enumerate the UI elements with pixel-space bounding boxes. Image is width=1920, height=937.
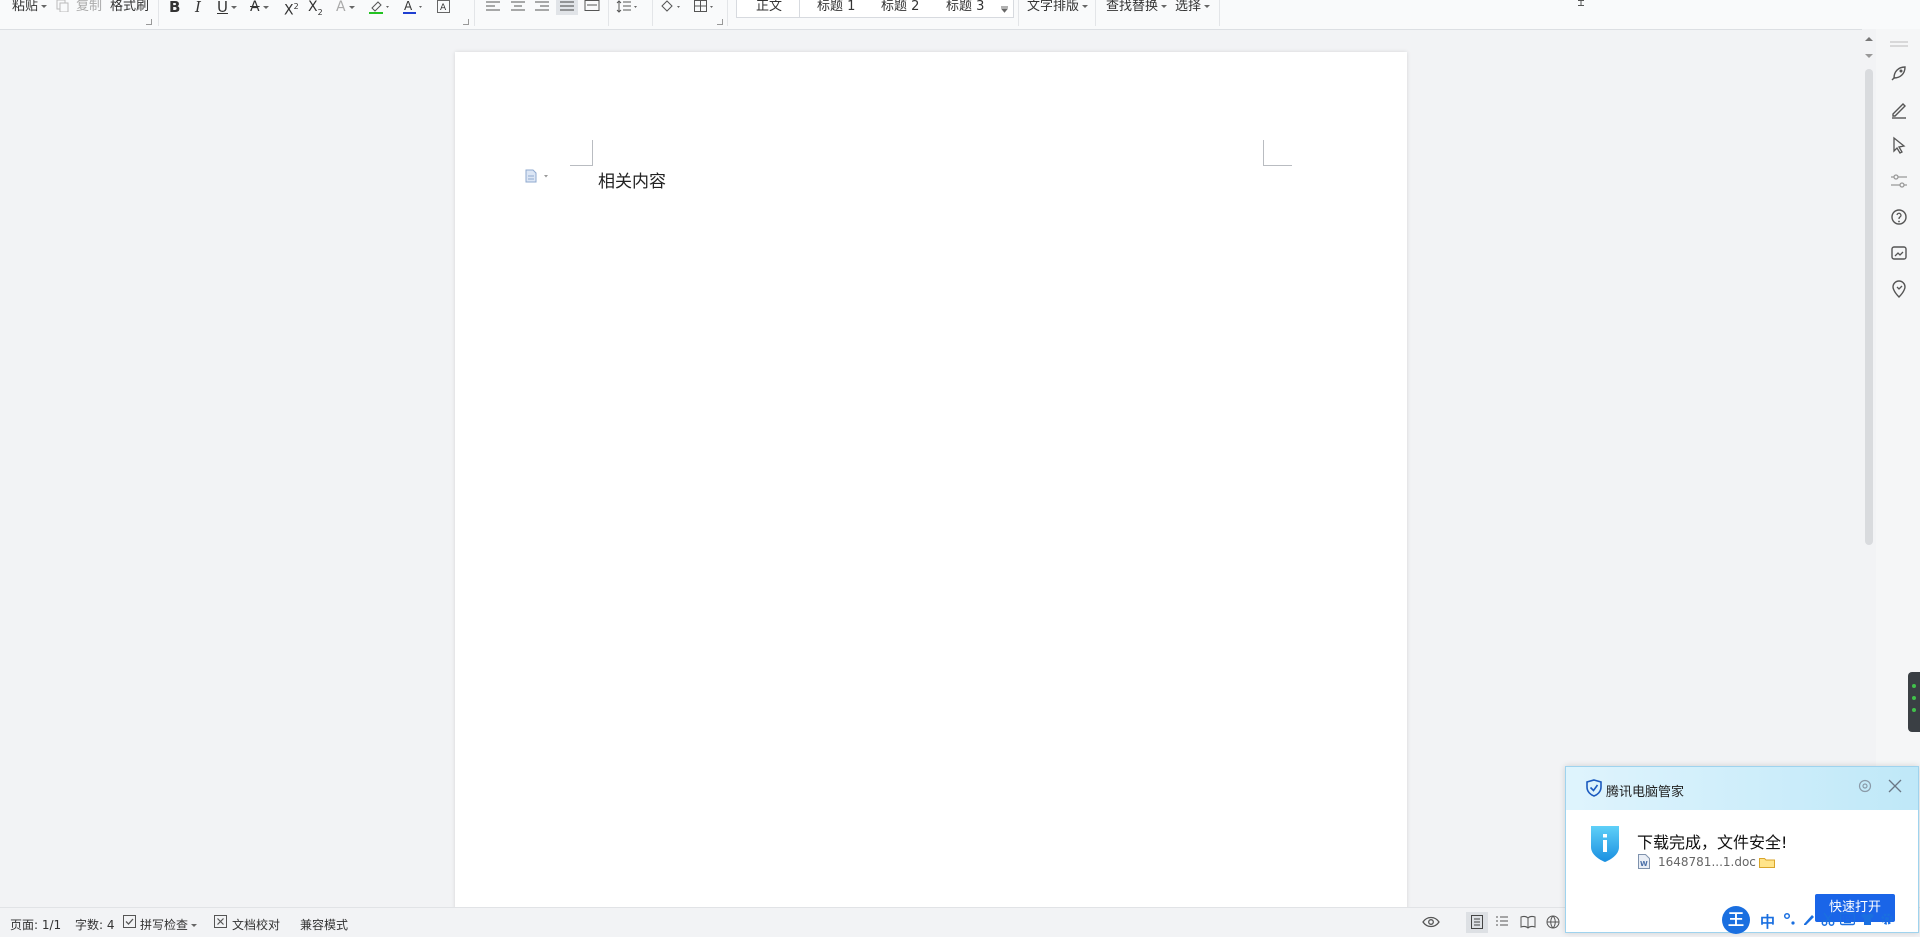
- info-shield-icon: [1591, 826, 1619, 862]
- underline-icon[interactable]: U: [217, 0, 237, 15]
- style-gallery: 正文 标题 1 标题 2 标题 3: [736, 0, 1014, 18]
- open-folder-icon[interactable]: [1759, 856, 1775, 868]
- help-icon[interactable]: [1889, 207, 1909, 227]
- italic-icon[interactable]: I: [195, 0, 201, 15]
- find-replace-button[interactable]: 查找替换: [1106, 0, 1167, 14]
- copy-button[interactable]: 复制: [76, 0, 102, 14]
- outline-view-icon[interactable]: [1495, 915, 1509, 929]
- paragraph-group-launcher[interactable]: [717, 19, 723, 25]
- style-heading-1[interactable]: 标题 1: [817, 0, 855, 14]
- edit-pen-icon[interactable]: [1889, 99, 1909, 119]
- ime-toolbar: 王 中: [1722, 904, 1920, 936]
- highlight-icon[interactable]: [368, 0, 390, 14]
- bold-icon[interactable]: B: [169, 0, 180, 15]
- font-group-launcher[interactable]: [463, 19, 469, 25]
- page-indicator[interactable]: 页面: 1/1: [10, 916, 61, 933]
- notification-message: 下载完成，文件安全!: [1637, 833, 1788, 852]
- align-center-icon[interactable]: [510, 0, 526, 12]
- location-pin-icon[interactable]: [1889, 279, 1909, 299]
- style-more-icon[interactable]: [1000, 3, 1009, 13]
- spell-check-button[interactable]: 拼写检查: [140, 916, 197, 933]
- reading-view-icon[interactable]: [1520, 915, 1536, 929]
- ime-mode-toggle[interactable]: 中: [1760, 911, 1775, 932]
- image-tool-icon[interactable]: [1889, 243, 1909, 263]
- eye-protection-icon[interactable]: [1422, 915, 1440, 929]
- file-name[interactable]: 1648781...1.doc: [1658, 855, 1756, 869]
- side-collapse-tab[interactable]: [1908, 672, 1920, 732]
- style-heading-2[interactable]: 标题 2: [881, 0, 919, 14]
- superscript-icon[interactable]: X2: [284, 0, 299, 18]
- paste-button[interactable]: 粘贴: [12, 0, 47, 14]
- adjust-sliders-icon[interactable]: [1889, 171, 1909, 191]
- strikethrough-icon[interactable]: A: [250, 0, 269, 14]
- punctuation-icon[interactable]: [1783, 912, 1797, 926]
- scroll-split-icon: [1865, 54, 1873, 58]
- web-view-icon[interactable]: [1546, 915, 1560, 929]
- document-text[interactable]: 相关内容: [598, 167, 666, 192]
- subscript-icon[interactable]: X2: [308, 0, 323, 17]
- ime-settings-icon[interactable]: [1880, 912, 1894, 926]
- svg-text:A: A: [440, 3, 447, 13]
- skin-shirt-icon[interactable]: [1860, 912, 1875, 926]
- justify-icon[interactable]: [559, 0, 575, 12]
- word-count[interactable]: 字数: 4: [75, 916, 115, 933]
- align-left-icon[interactable]: [485, 0, 501, 12]
- clipboard-group-launcher[interactable]: [146, 19, 152, 25]
- distributed-icon[interactable]: [584, 0, 600, 12]
- ribbon-toolbar: 粘贴 复制 格式刷 B I U A X2 X2 A A A 正文 标题 1 标题…: [0, 0, 1920, 30]
- notification-title: 腾讯电脑管家: [1606, 785, 1685, 800]
- keyboard-icon[interactable]: [1840, 912, 1855, 926]
- doc-file-icon: W: [1638, 854, 1650, 869]
- svg-text:A: A: [404, 0, 413, 13]
- char-border-icon[interactable]: A: [437, 0, 451, 14]
- margin-mark-top-left: [570, 140, 593, 166]
- scrollbar-thumb[interactable]: [1865, 69, 1873, 545]
- style-heading-3[interactable]: 标题 3: [946, 0, 984, 14]
- spell-check-icon: [123, 915, 136, 928]
- margin-mark-top-right: [1263, 140, 1292, 166]
- format-painter-button[interactable]: 格式刷: [110, 0, 149, 14]
- doc-proof-icon: [214, 915, 227, 928]
- document-page[interactable]: 相关内容: [455, 52, 1407, 914]
- copy-icon: [56, 0, 69, 12]
- shading-icon[interactable]: [660, 0, 682, 14]
- paragraph-handle-icon[interactable]: [523, 168, 553, 184]
- border-icon[interactable]: [694, 0, 716, 14]
- notification-header: 腾讯电脑管家: [1566, 767, 1918, 810]
- style-normal[interactable]: 正文: [756, 0, 782, 14]
- compat-mode-label: 兼容模式: [300, 918, 349, 932]
- select-pointer-icon[interactable]: [1889, 135, 1909, 155]
- page-view-icon[interactable]: [1470, 915, 1484, 929]
- font-color-icon[interactable]: A: [402, 0, 424, 14]
- rocket-icon[interactable]: [1889, 63, 1909, 83]
- screenshot-scissors-icon[interactable]: [1821, 912, 1835, 926]
- text-layout-button[interactable]: 文字排版: [1027, 0, 1088, 14]
- scroll-up-icon[interactable]: [1865, 36, 1873, 42]
- pane-handle-icon[interactable]: [1890, 41, 1908, 47]
- settings-gear-icon[interactable]: [1857, 778, 1873, 794]
- doc-proof-button[interactable]: 文档校对: [232, 916, 280, 933]
- handwrite-pen-icon[interactable]: [1802, 912, 1816, 926]
- select-button[interactable]: 选择: [1175, 0, 1210, 14]
- close-icon[interactable]: [1888, 779, 1902, 793]
- align-right-icon[interactable]: [534, 0, 550, 12]
- text-effect-icon[interactable]: A: [336, 0, 355, 14]
- shield-logo-icon: [1586, 779, 1602, 797]
- line-spacing-icon[interactable]: [616, 0, 638, 14]
- text-cursor-icon: [1578, 0, 1584, 6]
- ime-logo[interactable]: 王: [1722, 906, 1750, 934]
- svg-text:W: W: [1640, 860, 1648, 868]
